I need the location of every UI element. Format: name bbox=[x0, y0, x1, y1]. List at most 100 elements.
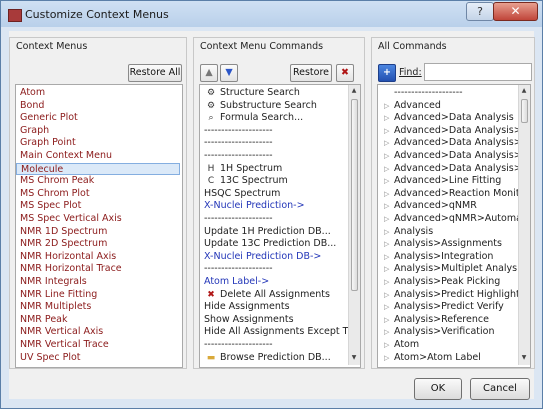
all-command-item[interactable]: ▷ Analysis>Assignments bbox=[378, 238, 516, 251]
all-command-item[interactable]: ▷ Advanced>qNMR>Automat... bbox=[378, 213, 530, 226]
all-command-item[interactable]: ▷ Advanced>Data Analysis>R... bbox=[378, 163, 530, 176]
expand-triangle-icon[interactable]: ▷ bbox=[384, 301, 389, 314]
all-command-item[interactable]: ▷ Advanced>Data Analysis>Edit bbox=[378, 137, 530, 150]
all-command-item[interactable]: ▷ Atom>Atom Label bbox=[378, 352, 516, 365]
all-command-item[interactable]: ▷ Analysis>Multiplet Analysis bbox=[378, 263, 525, 276]
expand-triangle-icon[interactable]: ▷ bbox=[384, 200, 389, 213]
context-menu-item[interactable]: NMR Line Fitting bbox=[16, 289, 180, 302]
move-down-button[interactable]: ▼ bbox=[220, 64, 238, 82]
add-command-button[interactable]: + bbox=[378, 64, 396, 82]
expand-triangle-icon[interactable]: ▷ bbox=[384, 112, 389, 125]
all-command-item[interactable]: ▷ Advanced>Data Analysis bbox=[378, 112, 516, 125]
expand-triangle-icon[interactable]: ▷ bbox=[384, 314, 389, 327]
command-item[interactable]: Update 1H Prediction DB... bbox=[200, 226, 346, 239]
context-menu-item[interactable]: Main Context Menu bbox=[16, 150, 180, 163]
all-command-item[interactable]: ▷ Advanced>Data Analysis>Cr... bbox=[378, 125, 530, 138]
delete-command-button[interactable]: ✖ bbox=[336, 64, 354, 82]
command-item[interactable]: -------------------- bbox=[200, 263, 346, 276]
command-item[interactable]: Show Assignments bbox=[200, 314, 346, 327]
all-command-item[interactable]: ▷ Analysis>Verification bbox=[378, 326, 516, 339]
context-menu-item[interactable]: MS Spec Vertical Axis bbox=[16, 213, 180, 226]
all-command-item[interactable]: ▷ Analysis>Predict Verify bbox=[378, 301, 516, 314]
scroll-up-arrow-icon[interactable]: ▲ bbox=[349, 86, 359, 96]
command-item[interactable]: ⚙ Structure Search bbox=[200, 87, 346, 100]
context-menu-item[interactable]: Bond bbox=[16, 100, 180, 113]
all-command-item[interactable]: ▷ Analysis>Reference bbox=[378, 314, 516, 327]
scroll-down-arrow-icon[interactable]: ▼ bbox=[349, 353, 359, 363]
expand-triangle-icon[interactable]: ▷ bbox=[384, 352, 389, 365]
command-item[interactable]: ⌕ Formula Search... bbox=[200, 112, 346, 125]
all-command-item[interactable]: ▷ Analysis bbox=[378, 226, 516, 239]
context-menu-item[interactable]: Generic Plot bbox=[16, 112, 180, 125]
context-menu-item[interactable]: MS Chrom Peak bbox=[16, 175, 180, 188]
context-menu-item[interactable]: NMR Vertical Axis bbox=[16, 326, 180, 339]
all-command-item[interactable]: ▷ Advanced>qNMR bbox=[378, 200, 516, 213]
expand-triangle-icon[interactable]: ▷ bbox=[384, 251, 389, 264]
command-item[interactable]: -------------------- bbox=[200, 339, 346, 352]
command-item[interactable]: Atom Label-> bbox=[200, 276, 346, 289]
command-item[interactable]: X-Nuclei Prediction DB-> bbox=[200, 251, 346, 264]
all-command-item[interactable]: ▷ Analysis>Integration bbox=[378, 251, 516, 264]
context-menu-item[interactable]: Graph Point bbox=[16, 137, 180, 150]
command-item[interactable]: H 1H Spectrum bbox=[200, 163, 346, 176]
scrollbar-thumb[interactable] bbox=[521, 99, 528, 123]
context-menu-item[interactable]: Molecule bbox=[16, 162, 180, 176]
all-command-item[interactable]: ▷ Advanced bbox=[378, 100, 516, 113]
ok-button[interactable]: OK bbox=[414, 378, 462, 400]
command-item[interactable]: Hide All Assignments Except Th... bbox=[200, 326, 360, 339]
command-item[interactable]: -------------------- bbox=[200, 137, 346, 150]
command-item[interactable]: -------------------- bbox=[200, 125, 346, 138]
all-command-item[interactable]: ▷ Advanced>Line Fitting bbox=[378, 175, 516, 188]
context-menu-item[interactable]: NMR Integrals bbox=[16, 276, 180, 289]
command-item[interactable]: C 13C Spectrum bbox=[200, 175, 346, 188]
command-item[interactable]: ✖ Delete All Assignments bbox=[200, 289, 346, 302]
command-item[interactable]: Hide Assignments bbox=[200, 301, 346, 314]
help-button[interactable]: ? bbox=[466, 2, 494, 21]
expand-triangle-icon[interactable]: ▷ bbox=[384, 100, 389, 113]
scroll-down-arrow-icon[interactable]: ▼ bbox=[519, 353, 529, 363]
expand-triangle-icon[interactable]: ▷ bbox=[384, 276, 389, 289]
command-item[interactable]: HSQC Spectrum bbox=[200, 188, 346, 201]
scrollbar[interactable]: ▲ ▼ bbox=[518, 85, 530, 365]
all-command-item[interactable]: ▷ Advanced>Reaction Monito... bbox=[378, 188, 530, 201]
close-button[interactable]: ✕ bbox=[493, 2, 538, 21]
context-menu-item[interactable]: NMR Horizontal Axis bbox=[16, 251, 180, 264]
command-item[interactable]: X-Nuclei Prediction-> bbox=[200, 200, 346, 213]
all-command-item[interactable]: ▷ Atom bbox=[378, 339, 516, 352]
find-input[interactable] bbox=[424, 63, 532, 81]
expand-triangle-icon[interactable]: ▷ bbox=[384, 289, 389, 302]
all-command-item[interactable]: ▷ Analysis>Predict Highlight bbox=[378, 289, 520, 302]
restore-button[interactable]: Restore bbox=[290, 64, 332, 82]
expand-triangle-icon[interactable]: ▷ bbox=[384, 226, 389, 239]
title-bar[interactable]: Customize Context Menus ? ✕ bbox=[1, 1, 542, 27]
context-menu-item[interactable]: NMR Horizontal Trace bbox=[16, 263, 180, 276]
context-menu-item[interactable]: NMR 2D Spectrum bbox=[16, 238, 180, 251]
command-item[interactable]: Update 13C Prediction DB... bbox=[200, 238, 346, 251]
command-item[interactable]: -------------------- bbox=[200, 213, 346, 226]
context-menu-item[interactable]: MS Spec Plot bbox=[16, 200, 180, 213]
context-menu-item[interactable]: Atom bbox=[16, 87, 180, 100]
expand-triangle-icon[interactable]: ▷ bbox=[384, 263, 389, 276]
all-command-item[interactable]: ▷ Analysis>Peak Picking bbox=[378, 276, 516, 289]
scroll-up-arrow-icon[interactable]: ▲ bbox=[519, 86, 529, 96]
context-menu-item[interactable]: UV Spec Plot bbox=[16, 352, 180, 365]
expand-triangle-icon[interactable]: ▷ bbox=[384, 175, 389, 188]
context-menu-item[interactable]: Graph bbox=[16, 125, 180, 138]
context-menu-item[interactable]: NMR Peak bbox=[16, 314, 180, 327]
move-up-button[interactable]: ▲ bbox=[200, 64, 218, 82]
expand-triangle-icon[interactable]: ▷ bbox=[384, 188, 389, 201]
expand-triangle-icon[interactable]: ▷ bbox=[384, 339, 389, 352]
context-menu-item[interactable]: NMR Multiplets bbox=[16, 301, 180, 314]
context-menu-item[interactable]: NMR 1D Spectrum bbox=[16, 226, 180, 239]
expand-triangle-icon[interactable]: ▷ bbox=[384, 137, 389, 150]
command-item[interactable]: ⚙ Substructure Search bbox=[200, 100, 346, 113]
expand-triangle-icon[interactable]: ▷ bbox=[384, 163, 389, 176]
expand-triangle-icon[interactable]: ▷ bbox=[384, 326, 389, 339]
scrollbar-thumb[interactable] bbox=[351, 99, 358, 291]
context-menu-item[interactable]: NMR Vertical Trace bbox=[16, 339, 180, 352]
expand-triangle-icon[interactable]: ▷ bbox=[384, 238, 389, 251]
expand-triangle-icon[interactable]: ▷ bbox=[384, 125, 389, 138]
context-menu-item[interactable]: MS Chrom Plot bbox=[16, 188, 180, 201]
command-item[interactable]: -------------------- bbox=[200, 150, 346, 163]
all-command-item[interactable]: -------------------- bbox=[378, 87, 516, 100]
